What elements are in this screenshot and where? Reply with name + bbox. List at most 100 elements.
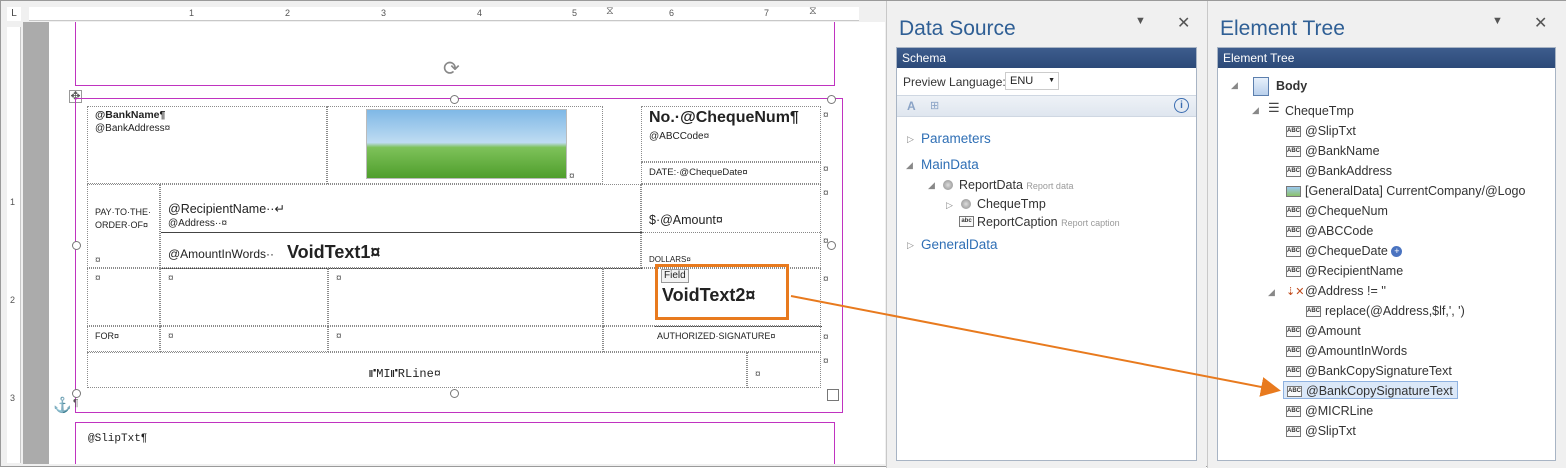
dropdown-icon[interactable]: ▼ (1135, 15, 1146, 27)
tree-item-selected[interactable]: ABC @BankCopySignatureText (1283, 381, 1458, 399)
ruler-corner-button[interactable]: L (7, 7, 21, 21)
tree-item[interactable]: ABC @BankCopySignatureText (1286, 362, 1452, 380)
tree-item[interactable]: ABC @Amount (1286, 322, 1361, 340)
tree-item-label: ReportData (959, 178, 1023, 192)
tree-item-label: @ChequeDate (1305, 244, 1388, 258)
plus-circle-icon[interactable]: + (1391, 246, 1403, 258)
ruler-number: 1 (189, 8, 195, 18)
logo-cell[interactable]: ¤ (327, 106, 603, 184)
ruler-number: 6 (669, 8, 675, 18)
pay-to-cell[interactable]: PAY·TO·THE· ORDER·OF¤ ¤ (87, 184, 160, 268)
empty-cell[interactable]: ¤ (160, 268, 328, 326)
resize-handle[interactable] (72, 241, 81, 250)
field-tag[interactable]: Field (661, 269, 689, 283)
recipient-name-field[interactable]: @RecipientName··↵ (168, 201, 285, 216)
anchor-icon[interactable]: ⚓ (53, 396, 72, 414)
void-text-1[interactable]: VoidText1¤ (287, 242, 380, 263)
logo-image[interactable] (366, 109, 567, 179)
tree-item[interactable]: ABC @AmountInWords (1286, 342, 1407, 360)
tree-item[interactable]: ABC @ABCCode (1286, 222, 1373, 240)
date-cell[interactable]: DATE:·@ChequeDate¤ (641, 162, 821, 184)
slip-band[interactable]: @SlipTxt¶ (75, 422, 835, 464)
tree-item[interactable]: ABC @RecipientName (1286, 262, 1403, 280)
font-icon[interactable]: A (907, 99, 916, 113)
text-field-icon: ABC (1286, 326, 1301, 338)
tree-item[interactable]: ABC @ChequeNum (1286, 202, 1388, 220)
auth-signature-cell[interactable]: AUTHORIZED·SIGNATURE¤ (603, 326, 821, 352)
cheque-num-field[interactable]: No.·@ChequeNum¶ (649, 109, 799, 127)
cell-mark: ¤ (336, 273, 342, 284)
tree-item-parameters[interactable]: Parameters (921, 130, 991, 148)
ruler-number: 3 (10, 393, 16, 403)
resize-handle[interactable] (450, 95, 459, 104)
collapse-arrow-icon[interactable]: ◢ (1268, 287, 1275, 298)
tree-item-label: replace(@Address,$lf,', ') (1325, 304, 1465, 318)
tree-item[interactable]: ABC @ChequeDate + (1286, 242, 1403, 260)
tree-item-reportcaption[interactable]: ReportCaption Report caption (977, 213, 1120, 231)
tree-item-generaldata[interactable]: GeneralData (921, 236, 998, 254)
tree-item[interactable]: ABC @BankAddress (1286, 162, 1392, 180)
resize-handle[interactable] (450, 389, 459, 398)
amount-field[interactable]: $·@Amount¤ (649, 213, 723, 227)
horizontal-ruler[interactable]: 1 2 3 4 5 6 7 ⧖ ⧖ (29, 5, 859, 21)
amount-cell[interactable]: $·@Amount¤ DOLLARS¤ (641, 184, 822, 268)
empty-cell[interactable]: ¤ (747, 352, 821, 388)
micr-line-field[interactable]: ⑈MI⑈RLine¤ (369, 367, 441, 381)
expand-arrow-icon[interactable]: ▷ (907, 240, 914, 251)
info-icon[interactable]: i (1174, 98, 1189, 113)
tree-item-chequetmp[interactable]: ChequeTmp (1285, 102, 1354, 120)
schema-map-icon[interactable]: ⊞ (930, 99, 939, 112)
cell-mark: ¤ (95, 273, 101, 284)
recipient-cell[interactable]: @RecipientName··↵ @Address··¤ @AmountInW… (160, 184, 642, 269)
resize-handle[interactable] (827, 95, 836, 104)
slip-text-field[interactable]: @SlipTxt¶ (88, 433, 147, 445)
bank-address-field[interactable]: @BankAddress¤ (95, 123, 170, 134)
collapse-arrow-icon[interactable]: ◢ (1252, 105, 1259, 116)
tree-item[interactable]: ABC @SlipTxt (1286, 122, 1356, 140)
abc-code-field[interactable]: @ABCCode¤ (649, 131, 709, 142)
dropdown-icon[interactable]: ▼ (1492, 15, 1503, 27)
indent-marker-icon[interactable]: ⧖ (606, 5, 614, 18)
tree-item-reportdata[interactable]: ReportData Report data (959, 176, 1073, 194)
expand-arrow-icon[interactable]: ▷ (907, 134, 914, 145)
text-field-icon: ABC (1286, 346, 1301, 358)
void-text-2[interactable]: VoidText2¤ (662, 285, 755, 306)
expand-arrow-icon[interactable]: ▷ (946, 200, 953, 211)
empty-cell[interactable]: ¤ (160, 326, 328, 352)
selected-field-highlight[interactable]: Field VoidText2¤ (655, 264, 789, 320)
tree-item[interactable]: ABC @SlipTxt (1286, 422, 1356, 440)
collapse-arrow-icon[interactable]: ◢ (1231, 80, 1238, 91)
bank-cell[interactable]: @BankName¶ @BankAddress¤ (87, 106, 327, 184)
empty-cell[interactable]: ¤ (87, 268, 160, 326)
cell-mark: ¤ (823, 188, 829, 199)
tree-item[interactable]: ABC replace(@Address,$lf,', ') (1306, 302, 1465, 320)
cheque-num-cell[interactable]: No.·@ChequeNum¶ @ABCCode¤ (641, 106, 821, 162)
close-icon[interactable]: ✕ (1177, 13, 1190, 33)
empty-cell[interactable]: ¤ (328, 326, 603, 352)
page[interactable]: ⟳ ✥ @BankName¶ @BankAddress¤ ¤ No.·@Cheq… (49, 22, 885, 464)
tree-item[interactable]: ABC @BankName (1286, 142, 1380, 160)
amount-in-words-field[interactable]: @AmountInWords·· (168, 247, 274, 261)
right-indent-marker-icon[interactable]: ⧖ (809, 5, 817, 18)
tree-item[interactable]: [GeneralData] CurrentCompany/@Logo (1286, 182, 1525, 200)
tree-item-maindata[interactable]: MainData (921, 156, 979, 174)
preview-language-select[interactable]: ENU ▼ (1005, 72, 1059, 90)
cheque-date-field[interactable]: DATE:·@ChequeDate¤ (649, 167, 748, 178)
close-icon[interactable]: ✕ (1534, 13, 1547, 33)
bank-name-field[interactable]: @BankName¶ (95, 109, 165, 121)
image-icon (1286, 186, 1301, 198)
resize-handle[interactable] (72, 389, 81, 398)
rotate-handle-icon[interactable]: ⟳ (443, 56, 460, 81)
vertical-ruler[interactable]: 1 2 3 (7, 27, 21, 463)
resize-handle[interactable] (827, 389, 839, 401)
collapse-arrow-icon[interactable]: ◢ (928, 180, 935, 191)
empty-cell[interactable]: ¤ (328, 268, 603, 326)
tree-item-body[interactable]: Body (1276, 77, 1307, 95)
tree-item-chequetmp[interactable]: ChequeTmp (977, 195, 1046, 213)
tree-item[interactable]: ABC @MICRLine (1286, 402, 1373, 420)
for-cell[interactable]: FOR¤ (87, 326, 160, 352)
collapse-arrow-icon[interactable]: ◢ (906, 160, 913, 171)
address-field[interactable]: @Address··¤ (168, 218, 227, 229)
micr-cell[interactable]: ⑈MI⑈RLine¤ (87, 352, 747, 388)
tree-item[interactable]: ⇣✕@Address != '' (1286, 282, 1386, 300)
